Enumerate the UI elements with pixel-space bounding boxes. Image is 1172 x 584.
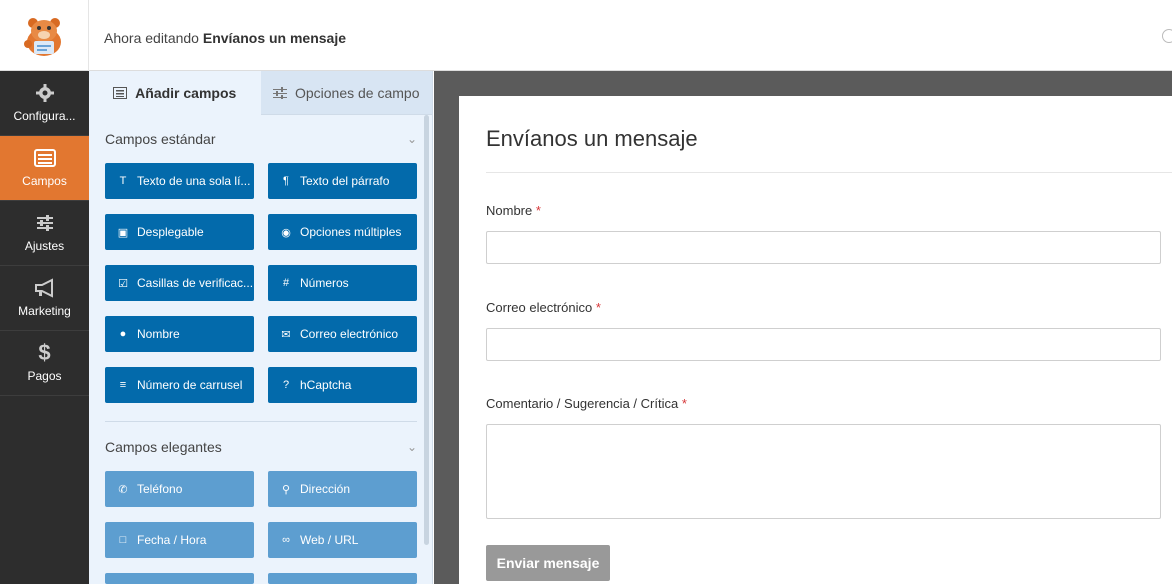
field-button-label: Número de carrusel xyxy=(137,378,243,392)
comment-field[interactable] xyxy=(486,424,1161,519)
panel-scrollbar[interactable] xyxy=(424,115,429,545)
field-button-label: Dirección xyxy=(300,482,351,496)
sidebar-item-label: Configura... xyxy=(13,109,76,123)
field-button-label: Web / URL xyxy=(300,533,359,547)
field-button-name[interactable]: ● Nombre xyxy=(105,316,254,352)
field-button-label: hCaptcha xyxy=(300,378,352,392)
field-button-phone[interactable]: ✆ Teléfono xyxy=(105,471,254,507)
required-mark: * xyxy=(535,203,541,218)
field-label-email[interactable]: Correo electrónico * xyxy=(486,300,601,315)
field-button-numbers[interactable]: # Números xyxy=(268,265,417,301)
field-button-label: Desplegable xyxy=(137,225,204,239)
field-button-dropdown[interactable]: ▣ Desplegable xyxy=(105,214,254,250)
sidebar-item-label: Marketing xyxy=(18,304,71,318)
megaphone-icon xyxy=(33,276,57,300)
fields-list-icon xyxy=(33,146,57,170)
dropdown-icon: ▣ xyxy=(117,226,129,239)
sidebar-item-label: Ajustes xyxy=(24,239,65,253)
submit-button[interactable]: Enviar mensaje xyxy=(486,545,610,581)
form-title[interactable]: Envíanos un mensaje xyxy=(486,126,698,152)
field-button-hcaptcha[interactable]: ? hCaptcha xyxy=(268,367,417,403)
sidebar-item-label: Campos xyxy=(22,174,67,188)
email-field[interactable] xyxy=(486,328,1161,361)
field-button-label: Casillas de verificac... xyxy=(137,276,254,290)
field-button-address[interactable]: ⚲ Dirección xyxy=(268,471,417,507)
field-button-label: Números xyxy=(300,276,349,290)
link-icon: ∞ xyxy=(282,534,290,546)
calendar-icon: □ xyxy=(119,534,127,546)
field-button-partial[interactable] xyxy=(105,573,254,584)
sliders-icon: ≡ xyxy=(119,379,127,391)
hash-icon: # xyxy=(282,277,290,289)
fancy-fields-header[interactable]: Campos elegantes ⌄ xyxy=(105,437,417,457)
envelope-icon: ✉ xyxy=(281,328,291,341)
field-button-label: Texto del párrafo xyxy=(300,174,390,188)
field-label-text: Comentario / Sugerencia / Crítica xyxy=(486,396,679,411)
field-button-multiple-choice[interactable]: ◉ Opciones múltiples xyxy=(268,214,417,250)
editing-form-name: Envíanos un mensaje xyxy=(202,30,347,46)
field-button-partial[interactable] xyxy=(268,573,417,584)
field-button-email[interactable]: ✉ Correo electrónico xyxy=(268,316,417,352)
radio-icon: ◉ xyxy=(281,226,291,239)
field-button-paragraph-text[interactable]: ¶ Texto del párrafo xyxy=(268,163,417,199)
list-icon xyxy=(113,87,128,99)
sidebar-item-fields[interactable]: Campos xyxy=(0,136,89,201)
name-field[interactable] xyxy=(486,231,1161,264)
checkbox-icon: ☑ xyxy=(118,277,128,290)
field-button-label: Correo electrónico xyxy=(300,327,399,341)
field-button-number-slider[interactable]: ≡ Número de carrusel xyxy=(105,367,254,403)
title-divider xyxy=(486,172,1172,173)
builder-sidebar: Configura... Campos Ajustes Marketing $ … xyxy=(0,71,89,584)
chevron-down-icon: ⌄ xyxy=(406,132,417,146)
field-button-label: Texto de una sola lí... xyxy=(137,174,251,188)
field-label-comment[interactable]: Comentario / Sugerencia / Crítica * xyxy=(486,396,687,411)
pilcrow-icon: ¶ xyxy=(283,175,289,187)
text-cursor-icon: T xyxy=(119,175,127,187)
standard-fields-header[interactable]: Campos estándar ⌄ xyxy=(105,129,417,149)
required-mark: * xyxy=(595,300,601,315)
user-icon: ● xyxy=(119,328,127,340)
field-button-date-time[interactable]: □ Fecha / Hora xyxy=(105,522,254,558)
field-button-label: Opciones múltiples xyxy=(300,225,402,239)
top-bar: Ahora editando Envíanos un mensaje xyxy=(0,0,1172,71)
sidebar-item-ajustes[interactable]: Ajustes xyxy=(0,201,89,266)
sidebar-item-label: Pagos xyxy=(27,369,62,383)
gear-icon xyxy=(33,81,57,105)
wpforms-logo[interactable] xyxy=(0,0,89,71)
required-mark: * xyxy=(681,396,687,411)
sidebar-item-settings[interactable]: Configura... xyxy=(0,71,89,136)
section-title: Campos estándar xyxy=(105,131,216,147)
tab-add-fields[interactable]: Añadir campos xyxy=(89,71,261,115)
help-icon[interactable] xyxy=(1162,29,1172,43)
tab-field-options[interactable]: Opciones de campo xyxy=(260,71,432,115)
fields-panel: Añadir campos Opciones de campo Campos e… xyxy=(89,71,433,584)
section-title: Campos elegantes xyxy=(105,439,222,455)
section-divider xyxy=(105,421,417,422)
field-button-checkboxes[interactable]: ☑ Casillas de verificac... xyxy=(105,265,254,301)
chevron-down-icon: ⌄ xyxy=(406,440,417,454)
editing-prefix: Ahora editando xyxy=(104,30,199,46)
panel-tabs: Añadir campos Opciones de campo xyxy=(89,71,432,115)
field-label-text: Nombre xyxy=(486,203,533,218)
map-pin-icon: ⚲ xyxy=(281,483,291,496)
field-button-single-line-text[interactable]: T Texto de una sola lí... xyxy=(105,163,254,199)
phone-icon: ✆ xyxy=(118,483,128,496)
field-label-name[interactable]: Nombre * xyxy=(486,203,541,218)
sidebar-item-payments[interactable]: $ Pagos xyxy=(0,331,89,396)
field-label-text: Correo electrónico xyxy=(486,300,593,315)
field-button-website-url[interactable]: ∞ Web / URL xyxy=(268,522,417,558)
field-button-label: Nombre xyxy=(137,327,180,341)
tab-label: Opciones de campo xyxy=(294,84,420,101)
tab-label: Añadir campos xyxy=(135,85,237,101)
question-circle-icon: ? xyxy=(282,379,290,391)
dollar-icon: $ xyxy=(38,340,51,365)
sliders-icon xyxy=(33,211,57,235)
sliders-icon xyxy=(272,86,287,99)
bear-mascot-icon xyxy=(24,17,61,56)
editing-status: Ahora editando Envíanos un mensaje xyxy=(104,30,346,46)
field-button-label: Fecha / Hora xyxy=(137,533,207,547)
field-button-label: Teléfono xyxy=(137,482,183,496)
sidebar-item-marketing[interactable]: Marketing xyxy=(0,266,89,331)
